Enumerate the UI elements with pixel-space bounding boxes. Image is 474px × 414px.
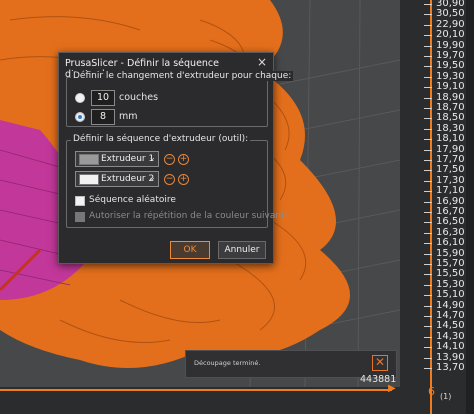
layer-tick-label: 16,50 xyxy=(424,216,465,228)
mm-input[interactable]: 8 xyxy=(91,109,115,125)
layer-tick-label: 18,50 xyxy=(424,112,465,124)
mm-radio[interactable] xyxy=(75,112,85,122)
layer-tick-label: 17,10 xyxy=(424,185,465,197)
layers-unit-label: couches xyxy=(119,92,159,103)
cancel-button[interactable]: Annuler xyxy=(218,241,266,259)
layer-tick-label: 15,10 xyxy=(424,289,465,301)
layer-tick-label: 15,70 xyxy=(424,258,465,269)
layer-tick-label: 20,10 xyxy=(424,29,465,41)
chevron-down-icon: ⌄ xyxy=(148,173,156,183)
extruder-1-select[interactable]: Extrudeur 1 ⌄ xyxy=(75,151,159,167)
layer-tick-label: 19,70 xyxy=(424,50,465,61)
3d-viewport[interactable]: PrusaSlicer - Définir la séquence d'extr… xyxy=(0,0,400,414)
random-sequence-checkbox[interactable] xyxy=(75,196,85,206)
layer-tick-label: 19,50 xyxy=(424,60,465,72)
allow-repeat-checkbox[interactable] xyxy=(75,212,85,222)
layer-tick-label: 14,30 xyxy=(424,330,465,342)
layers-input[interactable]: 10 xyxy=(91,90,115,106)
layers-radio[interactable] xyxy=(75,93,85,103)
settings-sidebar-edge xyxy=(466,0,474,414)
layer-tick-label: 18,70 xyxy=(424,102,465,113)
add-extruder-after-2-icon[interactable]: + xyxy=(178,174,189,185)
layer-tick-label: 16,90 xyxy=(424,195,465,207)
layer-tick-label: 16,30 xyxy=(424,226,465,238)
layer-tick-label: 18,90 xyxy=(424,91,465,103)
layer-tick-label: 14,90 xyxy=(424,299,465,311)
extruder-sequence-group: Définir la séquence d'extrudeur (outil):… xyxy=(66,134,290,228)
layer-tick-label: 30,50 xyxy=(424,8,465,20)
layer-tick-label: 17,30 xyxy=(424,174,465,186)
ok-button[interactable]: OK xyxy=(170,241,210,259)
layer-tick-label: 17,70 xyxy=(424,154,465,165)
layer-tick-label: 18,10 xyxy=(424,133,465,145)
extruder-1-label: Extrudeur 1 xyxy=(101,154,155,164)
remove-extruder-1-icon[interactable]: − xyxy=(164,154,175,165)
extruder-2-select[interactable]: Extrudeur 2 ⌄ xyxy=(75,171,159,187)
layer-tick-label: 19,10 xyxy=(424,81,465,93)
chevron-down-icon: ⌄ xyxy=(148,153,156,163)
random-sequence-label: Séquence aléatoire xyxy=(89,195,176,205)
layer-tick-label: 18,30 xyxy=(424,122,465,134)
extruder-sequence-group-title: Définir la séquence d'extrudeur (outil): xyxy=(71,134,251,144)
layer-tick-label: 17,50 xyxy=(424,164,465,176)
horizontal-slider-track[interactable] xyxy=(0,389,392,391)
remove-extruder-2-icon[interactable]: − xyxy=(164,174,175,185)
mm-unit-label: mm xyxy=(119,111,138,122)
layer-tick-label: 14,50 xyxy=(424,320,465,332)
layer-slider-bottom-sub: (1) xyxy=(440,392,452,401)
right-panel: 30,90 30,50 22,90 20,10 19,90 19,70 19,50 19,30… xyxy=(400,0,474,414)
layer-tick-label: 17,90 xyxy=(424,143,465,155)
add-extruder-after-1-icon[interactable]: + xyxy=(178,154,189,165)
layer-tick-label: 15,30 xyxy=(424,278,465,290)
layer-tick-label: 16,70 xyxy=(424,206,465,217)
layer-tick-label: 22,90 xyxy=(424,18,465,30)
close-icon[interactable]: × xyxy=(257,55,267,69)
layer-tick-label: 19,90 xyxy=(424,39,465,51)
extruder-2-color-swatch xyxy=(79,174,99,185)
horizontal-move-slider[interactable]: 443881 ▶ xyxy=(0,374,400,414)
extruder-2-label: Extrudeur 2 xyxy=(101,174,155,184)
notification-text: Découpage terminé. xyxy=(194,359,261,367)
extruder-sequence-dialog: PrusaSlicer - Définir la séquence d'extr… xyxy=(58,52,294,264)
layer-tick-label: 14,10 xyxy=(424,341,465,353)
layer-tick-label: 16,10 xyxy=(424,237,465,249)
allow-repeat-label: Autoriser la répétition de la couleur su… xyxy=(89,211,291,221)
layer-tick-label: 15,90 xyxy=(424,247,465,259)
extruder-1-color-swatch xyxy=(79,154,99,165)
layer-tick-label: 14,70 xyxy=(424,310,465,321)
layer-slider[interactable]: 30,90 30,50 22,90 20,10 19,90 19,70 19,50 19,30… xyxy=(400,0,466,414)
change-interval-group: Définir le changement d'extrudeur pour c… xyxy=(66,71,294,127)
slider-thumb-icon[interactable]: ▶ xyxy=(388,383,396,394)
layer-tick-label: 13,70 xyxy=(424,362,465,373)
layer-slider-track[interactable] xyxy=(430,0,432,414)
layer-tick-label: 19,30 xyxy=(424,70,465,82)
layer-tick-label: 13,90 xyxy=(424,351,465,363)
layer-slider-bottom-value: 6 xyxy=(428,385,435,398)
layer-tick-label: 15,50 xyxy=(424,268,465,280)
close-icon[interactable]: ✕ xyxy=(372,355,388,371)
change-interval-group-title: Définir le changement d'extrudeur pour c… xyxy=(71,71,294,81)
